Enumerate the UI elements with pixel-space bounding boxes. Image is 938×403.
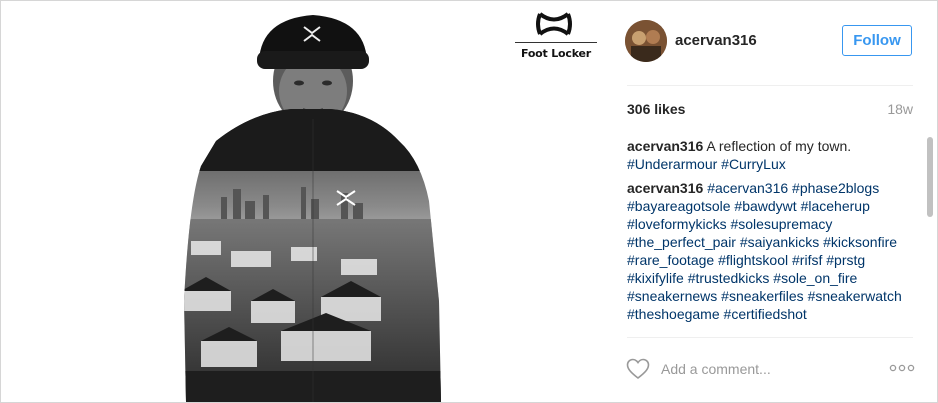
avatar[interactable] (625, 20, 667, 62)
hashtag[interactable]: #rare_footage (627, 252, 714, 268)
caption: acervan316 A reflection of my town. #Und… (627, 137, 919, 173)
caption-username[interactable]: acervan316 (627, 138, 703, 154)
hashtag[interactable]: #acervan316 (707, 180, 788, 196)
hashtag[interactable]: #phase2blogs (792, 180, 879, 196)
instagram-post-modal: Foot Locker acervan316 Follow 306 likes … (0, 0, 938, 403)
post-sidebar: acervan316 Follow 306 likes 18w acervan3… (609, 1, 937, 402)
under-armour-logo (536, 12, 572, 36)
add-comment-input[interactable] (661, 358, 871, 380)
hashtag[interactable]: #certifiedshot (724, 306, 807, 322)
comment-item: acervan316 #acervan316 #phase2blogs #bay… (627, 179, 919, 323)
hashtag[interactable]: #theshoegame (627, 306, 720, 322)
post-header: acervan316 Follow (609, 1, 937, 85)
post-photo[interactable]: Foot Locker (1, 1, 608, 402)
footer-divider (627, 337, 913, 338)
avatar-image (625, 20, 667, 62)
hashtag[interactable]: #sneakernews (627, 288, 717, 304)
hashtag[interactable]: #loveformykicks (627, 216, 727, 232)
scrollbar-thumb[interactable] (927, 137, 933, 217)
hashtag[interactable]: #prstg (826, 252, 865, 268)
double-exposure-photo (184, 15, 441, 402)
hashtag[interactable]: #saiyankicks (740, 234, 819, 250)
likes-count[interactable]: 306 likes (627, 101, 685, 117)
hashtag[interactable]: #sole_on_fire (773, 270, 857, 286)
hashtag[interactable]: #CurryLux (721, 156, 786, 172)
post-age[interactable]: 18w (887, 101, 913, 117)
hashtag[interactable]: #the_perfect_pair (627, 234, 736, 250)
hashtag[interactable]: #bawdywt (734, 198, 796, 214)
hashtag[interactable]: #laceherup (801, 198, 870, 214)
caption-text: A reflection of my town. (706, 138, 852, 154)
hashtag[interactable]: #bayareagotsole (627, 198, 731, 214)
follow-button[interactable]: Follow (842, 25, 912, 56)
foot-locker-logo-text: Foot Locker (520, 47, 592, 60)
username-link[interactable]: acervan316 (675, 32, 757, 49)
header-divider (627, 85, 913, 86)
hashtag[interactable]: #flightskool (718, 252, 788, 268)
hashtag[interactable]: #kixifylife (627, 270, 684, 286)
hashtag[interactable]: #Underarmour (627, 156, 717, 172)
comment-username[interactable]: acervan316 (627, 180, 703, 196)
hashtag[interactable]: #solesupremacy (730, 216, 832, 232)
heart-icon[interactable] (626, 358, 650, 380)
comments-list: acervan316 A reflection of my town. #Und… (627, 137, 919, 335)
hashtag[interactable]: #sneakerfiles (721, 288, 804, 304)
hashtag[interactable]: #kicksonfire (823, 234, 897, 250)
logo-divider (515, 42, 597, 43)
hashtag[interactable]: #trustedkicks (688, 270, 770, 286)
more-options-icon[interactable] (889, 361, 915, 375)
comments-scrollbar[interactable] (926, 131, 934, 335)
hashtag[interactable]: #rifsf (792, 252, 822, 268)
hashtag[interactable]: #sneakerwatch (808, 288, 902, 304)
